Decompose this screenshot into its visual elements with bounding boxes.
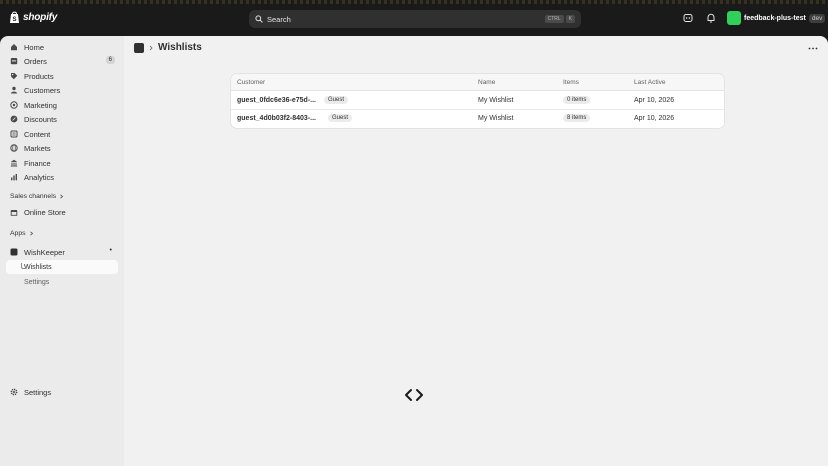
store-icon <box>10 210 18 216</box>
sidebar-subitem-settings[interactable]: Settings <box>6 275 118 289</box>
sidebar-item-orders[interactable]: Orders 6 <box>6 54 118 68</box>
main-content: Wishlists Customer Name Items Last Activ… <box>124 36 828 466</box>
shopify-bag-icon: S <box>10 11 19 23</box>
chevron-right-icon <box>29 231 33 236</box>
gear-icon <box>10 388 18 396</box>
sidebar-item-online-store[interactable]: Online Store <box>6 205 118 219</box>
column-header-name[interactable]: Name <box>478 79 495 86</box>
search-icon <box>255 15 263 23</box>
guest-badge: Guest <box>324 96 349 104</box>
person-icon <box>11 86 17 94</box>
sidebar-item-finance[interactable]: Finance <box>6 156 118 170</box>
search-bar[interactable]: Search CTRL K <box>249 10 581 28</box>
apps-label: Apps <box>10 230 26 237</box>
bank-icon <box>10 159 18 167</box>
page-header: Wishlists <box>134 42 202 53</box>
more-actions-icon[interactable] <box>808 47 818 50</box>
column-header-customer[interactable]: Customer <box>237 79 265 86</box>
shortcut-ctrl: CTRL <box>544 15 564 23</box>
sidebar-item-content[interactable]: Content <box>6 127 118 141</box>
shopify-logo[interactable]: S shopify <box>9 11 57 24</box>
sidebar-item-marketing[interactable]: Marketing <box>6 98 118 112</box>
sales-channels-label: Sales channels <box>10 193 57 200</box>
sidebar-item-markets[interactable]: Markets <box>6 141 118 155</box>
sidebar-item-customers[interactable]: Customers <box>6 83 118 97</box>
sidebar-item-settings[interactable]: Settings <box>6 385 118 399</box>
name-cell: My Wishlist <box>478 115 514 122</box>
name-cell: My Wishlist <box>478 97 514 104</box>
sidebar-item-label: Products <box>24 71 54 81</box>
table-row[interactable]: guest_4d0b03f2-8403-... Guest My Wishlis… <box>231 110 724 128</box>
target-icon <box>10 101 18 109</box>
sidebar-item-label: Finance <box>24 158 51 168</box>
customer-cell[interactable]: guest_4d0b03f2-8403-... <box>237 115 316 122</box>
sidebar-item-analytics[interactable]: Analytics <box>6 170 118 184</box>
discount-icon <box>10 115 18 123</box>
wishkeeper-app-icon <box>10 248 18 256</box>
apps-heading[interactable]: Apps <box>10 230 34 237</box>
sales-channels-heading[interactable]: Sales channels <box>10 193 64 200</box>
sidebar-item-products[interactable]: Products <box>6 69 118 83</box>
dev-store-tag: dev <box>808 13 826 23</box>
home-icon <box>11 44 17 51</box>
chevron-right-icon <box>149 45 153 50</box>
sidebar-item-label: Settings <box>24 387 52 397</box>
customer-cell[interactable]: guest_0fdc6e36-e75d-... <box>237 97 316 104</box>
wishkeeper-app-icon[interactable] <box>134 42 144 53</box>
chevron-right-icon <box>60 194 64 199</box>
table-row[interactable]: guest_0fdc6e36-e75d-... Guest My Wishlis… <box>231 92 724 110</box>
sidebar-item-label: Customers <box>24 85 61 95</box>
sidebar-item-home[interactable]: Home <box>6 40 118 54</box>
sidebar-item-label: WishKeeper <box>24 247 65 257</box>
svg-text:S: S <box>12 17 16 23</box>
sidebar-item-label: Orders <box>24 56 47 66</box>
last-active-cell: Apr 10, 2026 <box>634 115 675 122</box>
table-header: Customer Name Items Last Active <box>231 74 724 91</box>
column-header-last-active[interactable]: Last Active <box>634 79 665 86</box>
dev-stripe <box>0 0 828 4</box>
tree-connector <box>21 263 26 269</box>
store-avatar <box>727 11 741 25</box>
wishlists-table: Customer Name Items Last Active guest_0f… <box>231 74 724 128</box>
sidebar-item-discounts[interactable]: Discounts <box>6 112 118 126</box>
sidebar-subitem-wishlists[interactable]: Wishlists <box>6 260 118 274</box>
sidebar-item-label: Discounts <box>24 114 57 124</box>
page-title: Wishlists <box>158 42 202 53</box>
sidebar-item-label: Online Store <box>24 207 66 217</box>
orders-count-badge: 6 <box>105 56 115 64</box>
store-menu[interactable]: feedback-plus-test dev <box>727 11 826 25</box>
pin-indicator: • <box>109 247 112 254</box>
tag-icon <box>11 73 18 80</box>
sidebar-item-label: Marketing <box>24 100 57 110</box>
column-header-items[interactable]: Items <box>563 79 579 86</box>
last-active-cell: Apr 10, 2026 <box>634 97 675 104</box>
brand-name: shopify <box>23 12 58 23</box>
items-badge: 8 items <box>563 114 591 122</box>
guest-badge: Guest <box>328 114 353 122</box>
sidebar-subitem-label: Wishlists <box>24 263 52 271</box>
bell-icon[interactable] <box>706 13 716 23</box>
search-placeholder: Search <box>267 14 291 24</box>
items-badge: 0 items <box>563 96 591 104</box>
sidekick-icon[interactable] <box>683 13 693 23</box>
orders-icon <box>10 58 18 65</box>
globe-icon <box>10 144 18 152</box>
shortcut-k: K <box>565 15 575 23</box>
chart-icon <box>11 174 17 181</box>
sidebar: Home Orders 6 Products Customers Marketi… <box>0 36 124 466</box>
sidebar-item-label: Analytics <box>24 172 55 182</box>
sidebar-item-wishkeeper[interactable]: WishKeeper • <box>6 245 118 259</box>
sidebar-item-label: Markets <box>24 143 51 153</box>
content-icon <box>10 130 18 138</box>
sidebar-subitem-label: Settings <box>24 278 50 286</box>
code-brackets-icon[interactable] <box>404 388 424 402</box>
sidebar-item-label: Home <box>24 42 45 52</box>
top-bar: S shopify Search CTRL K feedback-plus-te… <box>0 0 828 36</box>
store-name: feedback-plus-test <box>744 14 806 22</box>
sidebar-item-label: Content <box>24 129 51 139</box>
